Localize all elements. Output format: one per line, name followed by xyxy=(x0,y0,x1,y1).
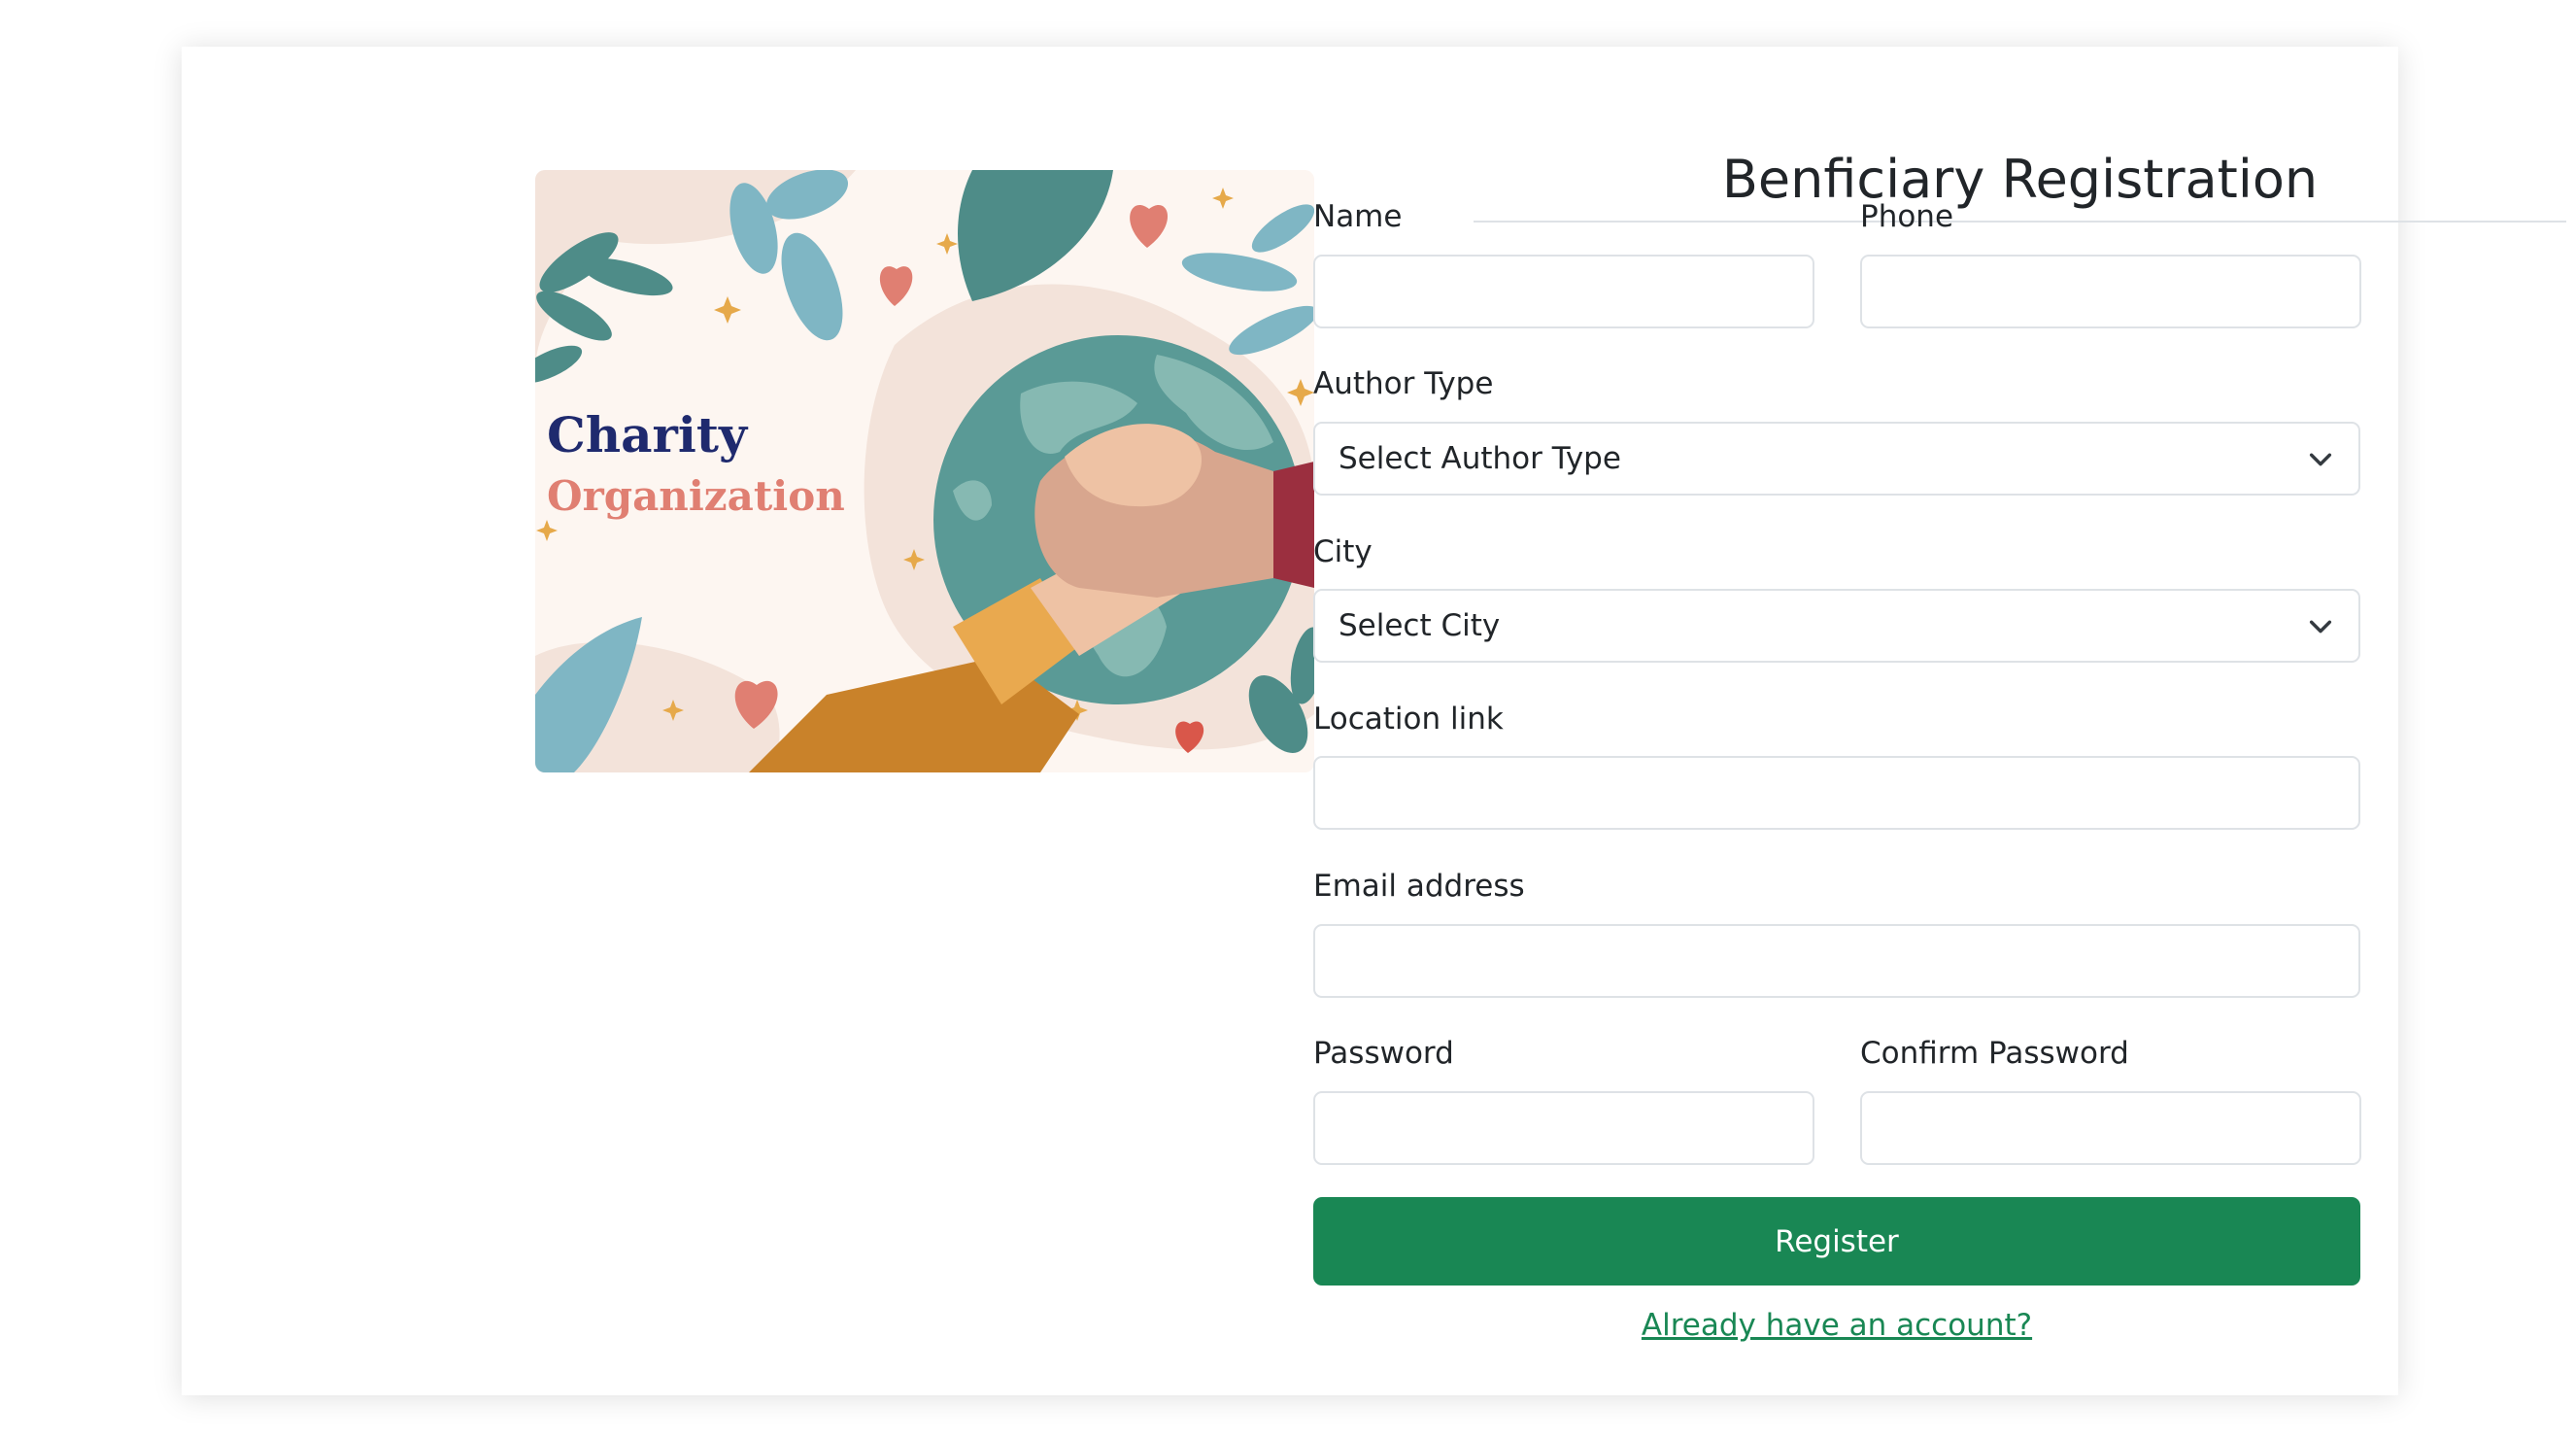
location-input[interactable] xyxy=(1313,756,2360,830)
charity-title-line1: Charity xyxy=(547,406,749,463)
charity-illustration-graphic: Charity Organization xyxy=(535,170,1314,772)
city-selected: Select City xyxy=(1339,608,1501,643)
register-button[interactable]: Register xyxy=(1313,1197,2360,1286)
confirm-password-input[interactable] xyxy=(1860,1091,2361,1165)
email-input[interactable] xyxy=(1313,924,2360,998)
login-link[interactable]: Already have an account? xyxy=(1313,1306,2360,1345)
page-title: Benficiary Registration xyxy=(1721,149,2319,210)
password-input[interactable] xyxy=(1313,1091,1814,1165)
author-type-select[interactable]: Select Author Type xyxy=(1313,422,2360,496)
phone-label: Phone xyxy=(1860,199,1954,234)
chevron-down-icon xyxy=(2309,453,2332,466)
location-label: Location link xyxy=(1313,702,1504,737)
name-label: Name xyxy=(1313,199,1403,234)
author-type-label: Author Type xyxy=(1313,366,1494,401)
title-divider xyxy=(1474,221,2566,223)
password-label: Password xyxy=(1313,1036,1454,1071)
registration-card: Charity Organization Benficiary Registra… xyxy=(182,47,2566,1395)
chevron-down-icon xyxy=(2309,620,2332,634)
city-label: City xyxy=(1313,534,1373,569)
charity-title-line2: Organization xyxy=(547,472,845,520)
phone-input[interactable] xyxy=(1860,255,2361,328)
charity-illustration: Charity Organization xyxy=(535,170,1314,772)
email-label: Email address xyxy=(1313,869,1525,904)
author-type-selected: Select Author Type xyxy=(1339,441,1621,476)
confirm-password-label: Confirm Password xyxy=(1860,1036,2129,1071)
city-select[interactable]: Select City xyxy=(1313,589,2360,663)
name-input[interactable] xyxy=(1313,255,1814,328)
